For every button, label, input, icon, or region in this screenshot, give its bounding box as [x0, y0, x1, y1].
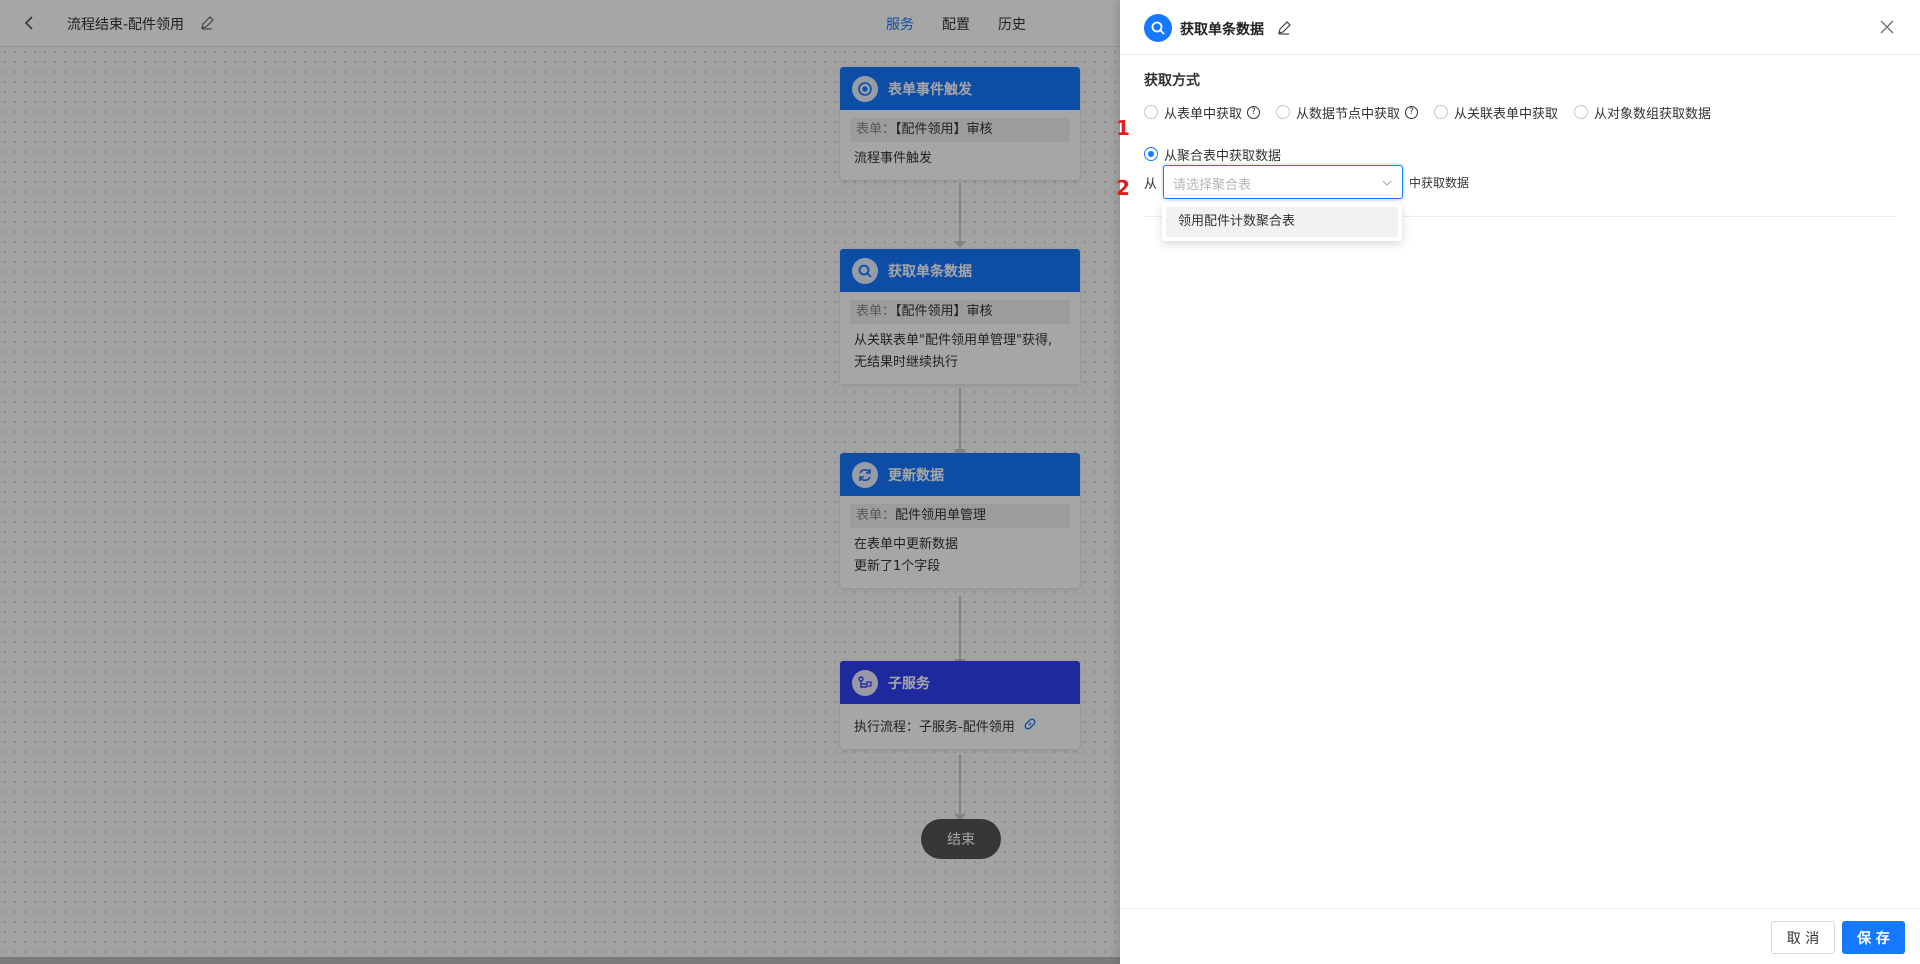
drawer-title: 获取单条数据 — [1180, 22, 1264, 38]
close-icon[interactable] — [1878, 18, 1896, 36]
modal-overlay[interactable] — [0, 0, 1120, 964]
save-button[interactable]: 保 存 — [1842, 921, 1905, 954]
help-icon[interactable]: ? — [1247, 105, 1261, 119]
edit-pencil-icon[interactable] — [1276, 20, 1292, 36]
help-icon[interactable]: ? — [1405, 105, 1419, 119]
source-radio-group: 从表单中获取 ? 从数据节点中获取 ? 从关联表单中获取 从对象数组获取数据 从… — [1144, 101, 1884, 165]
drawer-header: 获取单条数据 — [1120, 0, 1920, 55]
cancel-button[interactable]: 取 消 — [1771, 921, 1835, 954]
radio-from-aggregate-table[interactable]: 从聚合表中获取数据 — [1144, 143, 1281, 165]
aggregate-source-row: 从 请选择聚合表 中获取数据 — [1144, 165, 1469, 199]
drawer-footer: 取 消 保 存 — [1120, 908, 1920, 964]
search-icon — [1144, 14, 1172, 42]
chevron-down-icon — [1382, 177, 1392, 187]
radio-from-data-node[interactable]: 从数据节点中获取 ? — [1276, 101, 1419, 123]
radio-from-object-array[interactable]: 从对象数组获取数据 — [1574, 101, 1711, 123]
aggregate-table-select[interactable]: 请选择聚合表 — [1163, 165, 1404, 199]
radio-from-form[interactable]: 从表单中获取 ? — [1144, 101, 1261, 123]
from-tail-label: 中获取数据 — [1409, 175, 1470, 190]
annotation-marker: 1 — [1116, 116, 1130, 140]
annotation-marker: 2 — [1116, 176, 1130, 200]
select-placeholder: 请选择聚合表 — [1173, 178, 1252, 193]
radio-from-related-form[interactable]: 从关联表单中获取 — [1434, 101, 1558, 123]
section-label: 获取方式 — [1144, 73, 1200, 89]
from-label: 从 — [1144, 176, 1158, 192]
dropdown-option[interactable]: 领用配件计数聚合表 — [1166, 207, 1398, 237]
aggregate-table-dropdown: 领用配件计数聚合表 — [1162, 203, 1402, 241]
config-drawer: 获取单条数据 获取方式 1 2 从表单中获取 ? 从数据节点中获取 ? 从关联表… — [1116, 0, 1920, 964]
